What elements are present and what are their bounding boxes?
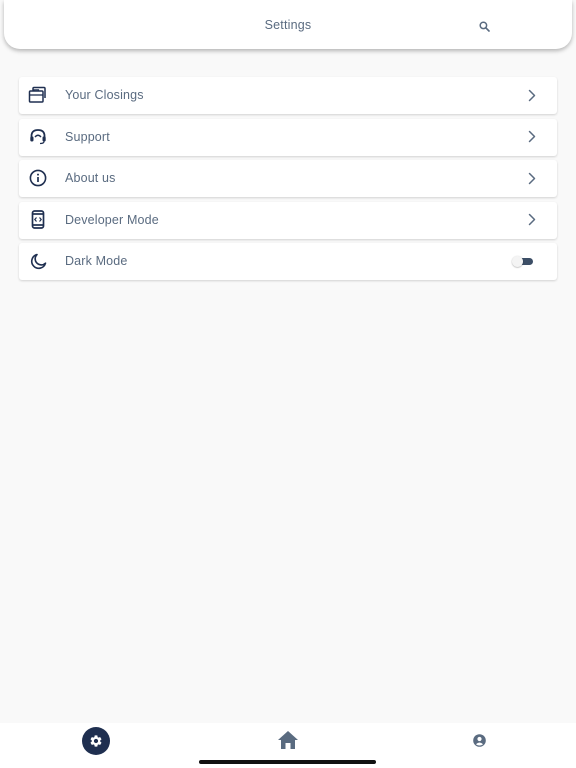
moon-icon xyxy=(28,251,48,271)
chevron-right-icon xyxy=(526,212,538,228)
settings-screen: Settings Your Closings Support About us … xyxy=(0,0,576,768)
chevron-right-icon xyxy=(526,129,538,145)
gear-icon xyxy=(90,735,102,747)
settings-list: Your Closings Support About us Developer… xyxy=(19,77,557,285)
search-button[interactable] xyxy=(474,16,494,36)
settings-item-label: About us xyxy=(65,171,116,186)
settings-item-your-closings[interactable]: Your Closings xyxy=(19,77,557,114)
settings-item-label: Developer Mode xyxy=(65,212,159,227)
settings-item-label: Your Closings xyxy=(65,88,144,102)
briefcase-icon xyxy=(28,85,48,105)
nav-home-button[interactable] xyxy=(276,729,300,751)
info-icon xyxy=(28,168,48,188)
nav-account-button[interactable] xyxy=(472,733,487,748)
headset-icon xyxy=(28,127,48,147)
developer-phone-icon xyxy=(28,210,48,230)
chevron-right-icon xyxy=(526,87,538,103)
search-icon xyxy=(478,20,490,32)
chevron-right-icon xyxy=(526,170,538,186)
settings-item-dark-mode: Dark Mode xyxy=(19,243,557,281)
settings-item-developer-mode[interactable]: Developer Mode xyxy=(19,201,557,239)
account-icon xyxy=(473,734,486,747)
toggle-knob xyxy=(512,256,523,268)
home-indicator xyxy=(199,760,376,764)
settings-item-label: Dark Mode xyxy=(65,254,128,269)
app-header: Settings xyxy=(4,0,572,49)
nav-settings-button[interactable] xyxy=(82,727,110,755)
bottom-navigation xyxy=(0,723,576,768)
settings-item-about-us[interactable]: About us xyxy=(19,160,557,198)
settings-item-support[interactable]: Support xyxy=(19,118,557,156)
dark-mode-toggle[interactable] xyxy=(512,256,533,268)
home-icon xyxy=(278,731,298,749)
settings-item-label: Support xyxy=(65,129,110,144)
